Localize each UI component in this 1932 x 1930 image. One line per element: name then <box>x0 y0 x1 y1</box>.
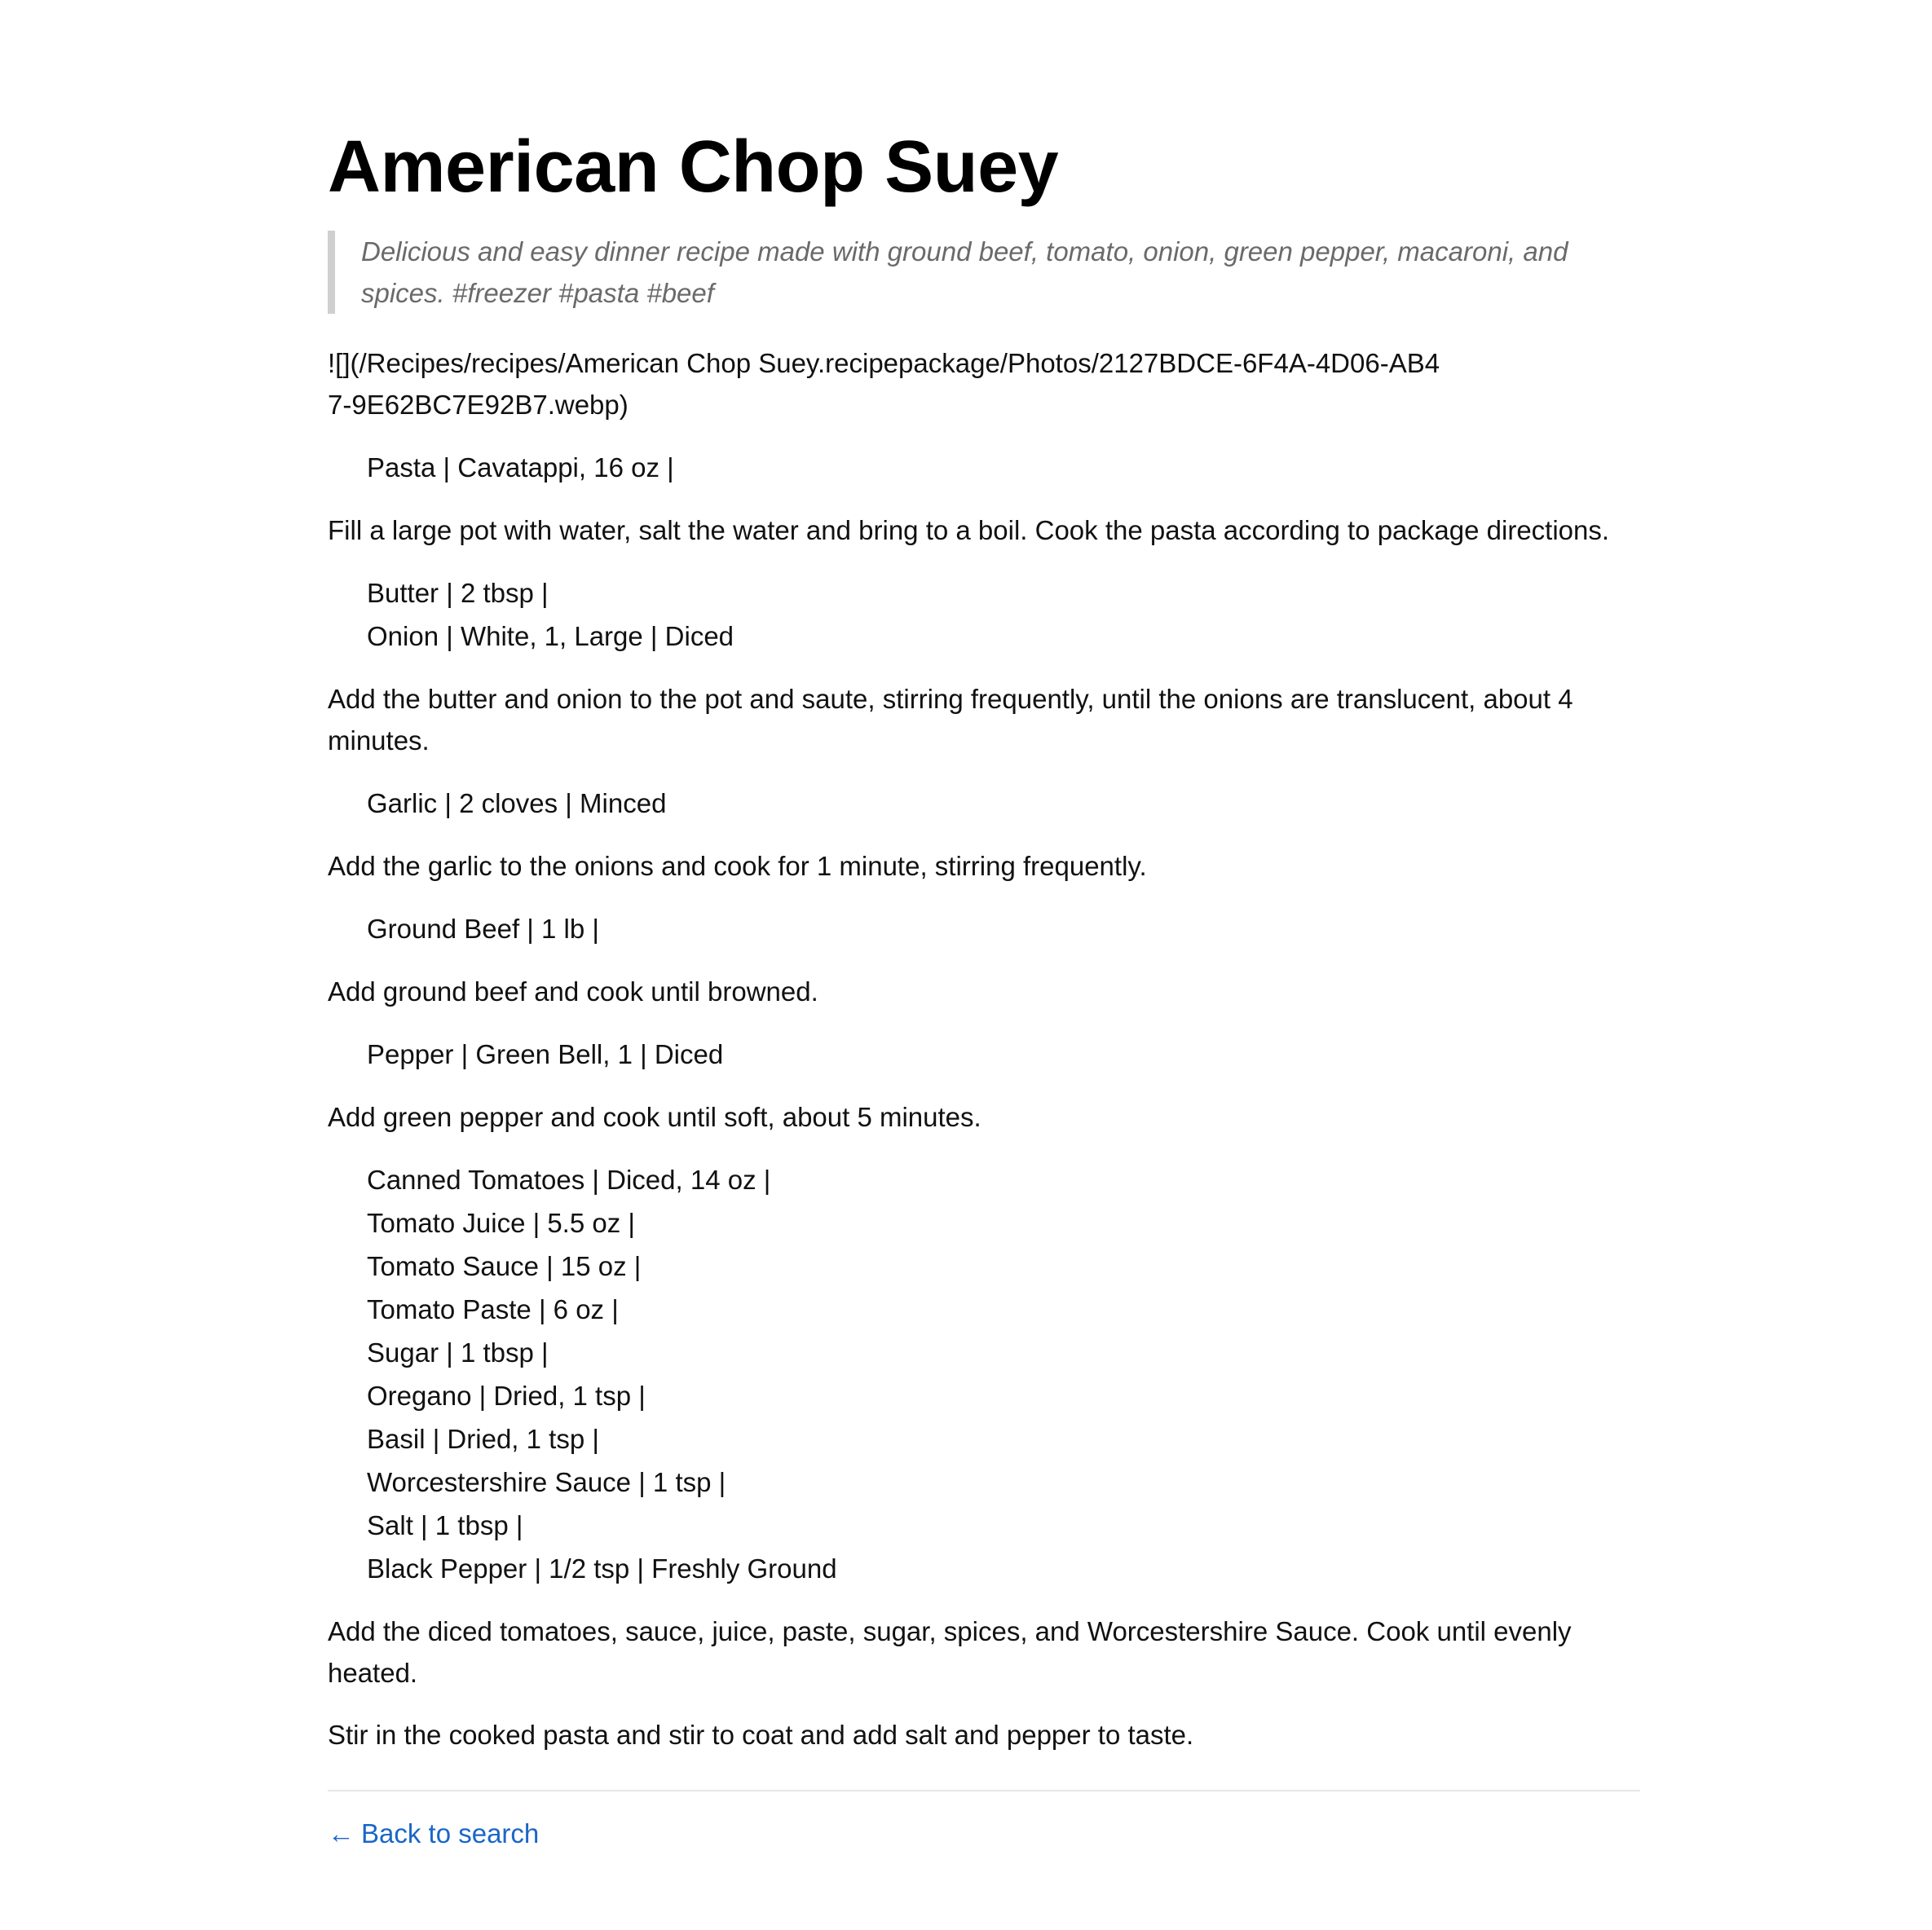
left-arrow-icon: ← <box>328 1818 355 1848</box>
recipe-body: ![](/Recipes/recipes/American Chop Suey.… <box>328 342 1640 1854</box>
step-instruction: Add the butter and onion to the pot and … <box>328 684 1573 756</box>
ingredient-list: Garlic | 2 cloves | Minced <box>328 782 1640 825</box>
step-instruction: Fill a large pot with water, salt the wa… <box>328 515 1610 545</box>
ingredient-item: Butter | 2 tbsp | <box>367 578 549 608</box>
ingredient-item: Ground Beef | 1 lb | <box>367 914 599 944</box>
image-reference-text: ![](/Recipes/recipes/American Chop Suey.… <box>328 348 1440 420</box>
ingredient-item: Onion | White, 1, Large | Diced <box>367 621 734 651</box>
ingredient-list: Canned Tomatoes | Diced, 14 oz | Tomato J… <box>328 1158 1640 1590</box>
ingredient-item: Canned Tomatoes | Diced, 14 oz | <box>367 1165 771 1195</box>
back-to-search-label: Back to search <box>361 1818 540 1848</box>
recipe-summary-quote: Delicious and easy dinner recipe made wi… <box>328 231 1633 314</box>
ingredient-item: Pepper | Green Bell, 1 | Diced <box>367 1039 724 1069</box>
ingredient-item: Sugar | 1 tbsp | <box>367 1337 549 1368</box>
ingredient-item: Pasta | Cavatappi, 16 oz | <box>367 452 674 482</box>
ingredient-list: Pepper | Green Bell, 1 | Diced <box>328 1033 1640 1076</box>
step-instruction: Add the garlic to the onions and cook fo… <box>328 851 1147 881</box>
ingredient-item: Black Pepper | 1/2 tsp | Freshly Ground <box>367 1553 837 1584</box>
ingredient-item: Garlic | 2 cloves | Minced <box>367 788 667 818</box>
footer-divider <box>328 1790 1640 1791</box>
ingredient-list: Pasta | Cavatappi, 16 oz | <box>328 446 1640 489</box>
final-instruction: Stir in the cooked pasta and stir to coa… <box>328 1720 1194 1750</box>
ingredient-list: Butter | 2 tbsp | Onion | White, 1, Large… <box>328 571 1640 658</box>
ingredient-item: Tomato Juice | 5.5 oz | <box>367 1208 635 1238</box>
recipe-steps: Pasta | Cavatappi, 16 oz | Fill a large p… <box>328 446 1640 1694</box>
step-instruction: Add ground beef and cook until browned. <box>328 976 818 1007</box>
ingredient-item: Basil | Dried, 1 tsp | <box>367 1424 599 1454</box>
ingredient-item: Worcestershire Sauce | 1 tsp | <box>367 1467 726 1497</box>
step-instruction: Add green pepper and cook until soft, ab… <box>328 1102 981 1132</box>
page-title: American Chop Suey <box>328 126 1059 208</box>
ingredient-item: Oregano | Dried, 1 tsp | <box>367 1381 646 1411</box>
step-instruction: Add the diced tomatoes, sauce, juice, pa… <box>328 1616 1572 1688</box>
recipe-summary-text: Delicious and easy dinner recipe made wi… <box>361 236 1568 308</box>
back-to-search-link[interactable]: ← Back to search <box>328 1813 539 1854</box>
ingredient-item: Salt | 1 tbsp | <box>367 1510 523 1540</box>
ingredient-item: Tomato Paste | 6 oz | <box>367 1294 619 1324</box>
ingredient-list: Ground Beef | 1 lb | <box>328 907 1640 950</box>
ingredient-item: Tomato Sauce | 15 oz | <box>367 1251 642 1281</box>
